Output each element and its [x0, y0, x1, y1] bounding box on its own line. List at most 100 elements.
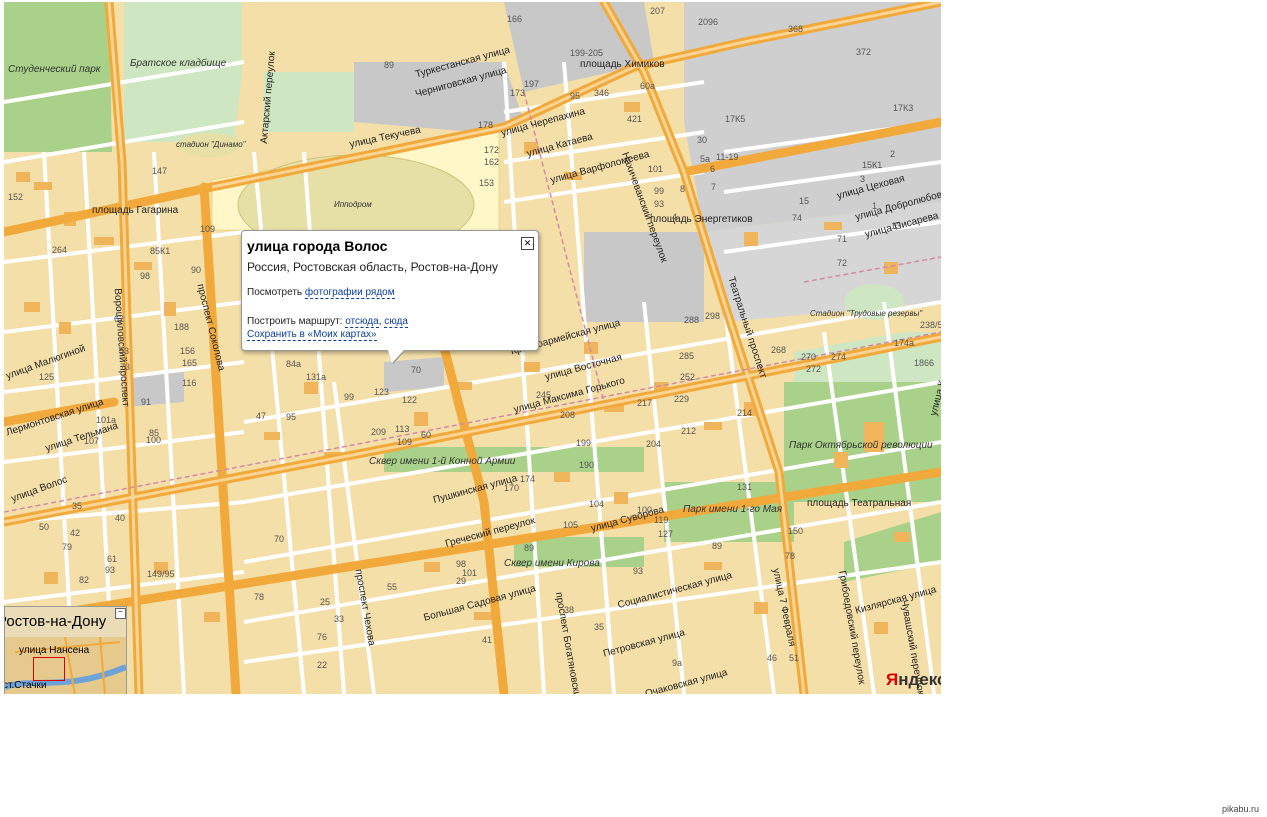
house-number: 199-205: [570, 48, 604, 58]
route-row: Построить маршрут: отсюда, сюда: [247, 316, 408, 328]
minimap-street-label: ст.Стачки: [4, 680, 47, 691]
photos-nearby-link[interactable]: фотографии рядом: [304, 287, 395, 299]
house-number: 298: [705, 311, 721, 321]
house-number: 35: [72, 501, 83, 511]
route-prefix: Построить маршрут:: [247, 316, 343, 327]
house-number: 3: [860, 174, 866, 184]
house-number: 245: [536, 390, 552, 400]
house-number: 100: [637, 505, 653, 515]
house-number: 17К3: [893, 103, 914, 113]
house-number: 1: [872, 201, 878, 211]
route-to-link[interactable]: сюда: [384, 316, 408, 328]
house-number: 101а: [96, 415, 117, 425]
house-number: 107: [84, 436, 100, 446]
map-canvas[interactable]: Студенческий парк Братское кладбище стад…: [4, 2, 941, 694]
balloon-pointer: [388, 350, 404, 363]
house-number: 127: [658, 529, 674, 539]
save-row: Сохранить в «Моих картах»: [247, 329, 377, 341]
house-number: 79: [62, 542, 73, 552]
house-number: 84а: [286, 359, 302, 369]
house-number: 188: [174, 322, 190, 332]
photos-prefix: Посмотреть: [247, 287, 303, 298]
house-number: 85: [149, 428, 160, 438]
park-label-kirova: Сквер имени Кирова: [504, 558, 600, 569]
house-number: 285: [679, 351, 695, 361]
house-number: 125: [39, 372, 55, 382]
save-to-my-maps-link[interactable]: Сохранить в «Моих картах»: [247, 329, 377, 341]
house-number: 15: [799, 196, 810, 206]
house-number: 90: [191, 265, 202, 275]
house-number: 131а: [306, 372, 327, 382]
house-number: 174а: [894, 338, 915, 348]
house-number: 22: [317, 660, 328, 670]
overview-minimap[interactable]: Ростов-на-Дону улица Нансена ст.Стачки −: [4, 606, 127, 694]
park-label-oktyabrskoy: Парк Октябрьской революции: [789, 440, 933, 451]
house-number: 35: [594, 622, 605, 632]
house-number: 197: [524, 79, 540, 89]
house-number: 98: [456, 559, 467, 569]
house-number: 99: [344, 392, 355, 402]
house-number: 270: [801, 352, 817, 362]
house-number: 156: [180, 346, 196, 356]
house-number: 60а: [640, 81, 656, 91]
house-number: 93: [654, 199, 665, 209]
route-from-link[interactable]: отсюда: [345, 316, 379, 328]
house-number: 91: [141, 397, 152, 407]
house-number: 62: [114, 314, 125, 324]
house-number: 8: [680, 184, 686, 194]
house-number: 2096: [698, 17, 719, 27]
house-number: 122: [402, 395, 418, 405]
yandex-logo[interactable]: Яндекс: [886, 670, 941, 690]
house-number: 123: [374, 387, 390, 397]
house-number: 217: [637, 398, 653, 408]
house-number: 264: [52, 245, 68, 255]
house-number: 89: [712, 541, 723, 551]
house-number: 104: [589, 499, 605, 509]
house-number: 212: [681, 426, 697, 436]
house-number: 89: [384, 60, 395, 70]
house-number: 41: [482, 635, 493, 645]
house-number: 85К1: [150, 246, 171, 256]
house-number: 170: [504, 483, 520, 493]
park-label-konnoy-armii: Сквер имени 1-й Конной Армии: [369, 456, 516, 467]
house-number: 95: [570, 91, 581, 101]
house-number: 190: [579, 460, 595, 470]
house-number: 372: [856, 47, 872, 57]
house-number: 162: [484, 157, 500, 167]
house-number: 29: [456, 576, 467, 586]
house-number: 72: [837, 258, 848, 268]
house-number: 207: [650, 6, 666, 16]
street-label: площадь Гагарина: [92, 205, 179, 216]
house-number: 272: [806, 364, 822, 374]
park-label-dinamo: стадион "Динамо": [176, 140, 246, 149]
info-balloon: улица города Волос ✕ Россия, Ростовская …: [241, 230, 539, 363]
house-number: 5а: [700, 154, 711, 164]
minimap-viewport-box[interactable]: [33, 657, 65, 681]
minimap-collapse-button[interactable]: −: [115, 608, 126, 619]
house-number: 73: [120, 362, 131, 372]
house-number: 238/51: [920, 320, 941, 330]
house-number: 346: [594, 88, 610, 98]
house-number: 11-19: [716, 152, 739, 162]
minimap-city-label: Ростов-на-Дону: [4, 613, 107, 630]
close-icon[interactable]: ✕: [521, 237, 534, 250]
house-number: 152: [8, 192, 24, 202]
house-number: 153: [479, 178, 495, 188]
house-number: 368: [788, 24, 804, 34]
house-number: 166: [507, 14, 523, 24]
park-label-studencheskiy: Студенческий парк: [8, 64, 101, 75]
house-number: 42: [70, 528, 81, 538]
house-number: 47: [256, 411, 267, 421]
house-number: 78: [254, 592, 265, 602]
park-label-1-maya: Парк имени 1-го Мая: [683, 504, 783, 515]
house-number: 421: [627, 114, 643, 124]
street-label: площадь Химиков: [580, 59, 665, 70]
house-number: 76: [317, 632, 328, 642]
house-number: 6: [710, 164, 716, 174]
house-number: 109: [200, 224, 216, 234]
house-number: 105: [563, 520, 579, 530]
house-number: 53: [119, 346, 130, 356]
route-separator: ,: [378, 316, 382, 327]
house-number: 93: [633, 566, 644, 576]
house-number: 204: [646, 439, 662, 449]
